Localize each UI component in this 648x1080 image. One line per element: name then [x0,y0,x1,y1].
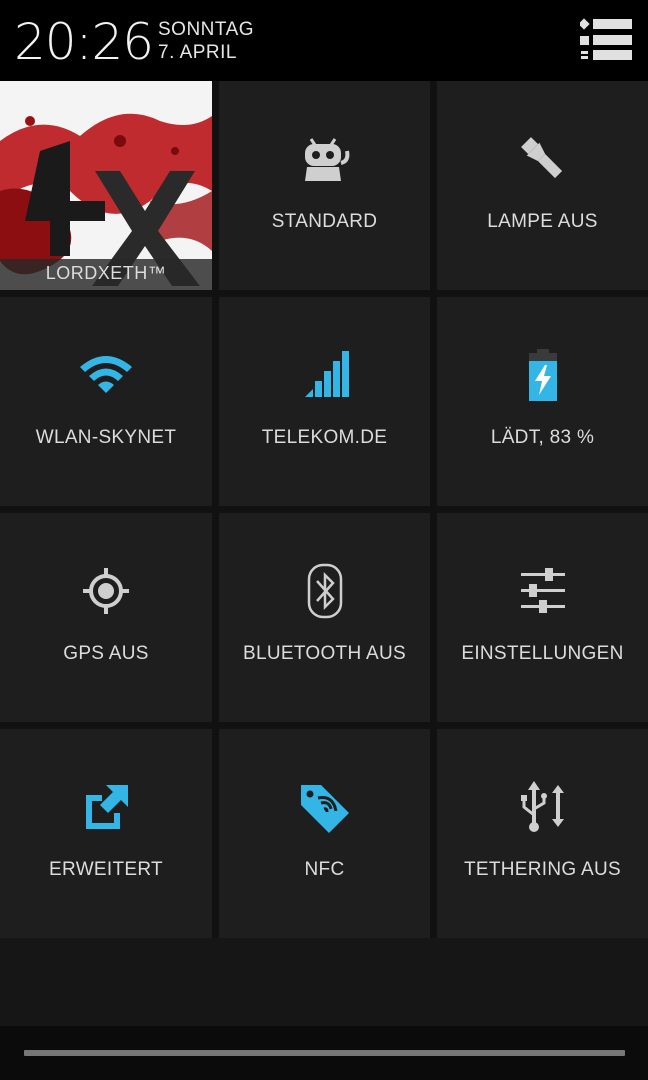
gps-tile[interactable]: GPS AUS [0,513,212,722]
wifi-label: WLAN-SKYNET [35,427,177,448]
nfc-label: NFC [304,859,345,880]
clock[interactable]: 20:26 [14,12,154,72]
torch-label: LAMPE AUS [487,211,598,232]
expanded-desktop-label: ERWEITERT [49,859,163,880]
user-name-label: LORDXETH™ [0,259,212,290]
bluetooth-tile[interactable]: BLUETOOTH AUS [219,513,430,722]
mobile-data-tile[interactable]: TELEKOM.DE [219,297,430,506]
wifi-icon [80,356,132,393]
date-label: 7. APRIL [158,42,237,63]
sliders-icon [520,568,565,613]
user-tile[interactable]: LORDXETH™ [0,81,212,290]
nfc-tag-icon [300,785,349,833]
flashlight-icon [520,137,562,179]
torch-tile[interactable]: LAMPE AUS [437,81,648,290]
settings-label: EINSTELLUNGEN [461,643,624,664]
date-block[interactable]: SONNTAG 7. APRIL [158,18,254,64]
wifi-tile[interactable]: WLAN-SKYNET [0,297,212,506]
day-label: SONNTAG [158,19,255,40]
battery-tile[interactable]: LÄDT, 83 % [437,297,648,506]
status-header: 20:26 SONNTAG 7. APRIL [0,0,648,81]
settings-tile[interactable]: EINSTELLUNGEN [437,513,648,722]
drag-handle[interactable] [24,1050,625,1056]
gps-label: GPS AUS [63,643,149,664]
signal-bars-icon [304,351,349,397]
bluetooth-icon [307,563,342,619]
tethering-tile[interactable]: TETHERING AUS [437,729,648,938]
tethering-label: TETHERING AUS [464,859,621,880]
notifications-list-toggle-icon[interactable] [580,18,632,62]
expand-external-icon [86,785,128,829]
usb-icon [520,781,564,832]
profile-label: STANDARD [271,211,378,232]
battery-label: LÄDT, 83 % [490,427,595,448]
cyanogenmod-mascot-icon [304,138,349,181]
bluetooth-label: BLUETOOTH AUS [243,643,406,664]
profile-tile[interactable]: STANDARD [219,81,430,290]
notification-area [0,938,648,1026]
mobile-data-label: TELEKOM.DE [261,427,388,448]
battery-charging-icon [528,349,557,401]
quick-settings-grid: LORDXETH™ STANDARD LAMPE AUS WLAN-SKYNET… [0,81,648,938]
nfc-tile[interactable]: NFC [219,729,430,938]
expanded-desktop-tile[interactable]: ERWEITERT [0,729,212,938]
gps-icon [83,568,129,614]
